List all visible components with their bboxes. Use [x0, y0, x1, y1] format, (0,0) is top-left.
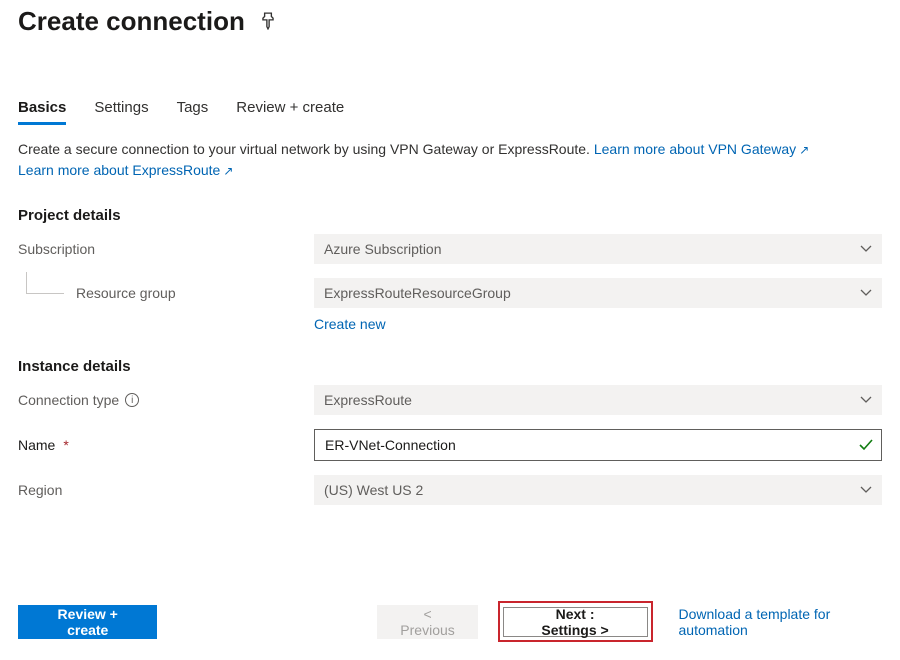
chevron-down-icon: [860, 484, 872, 496]
connection-type-value: ExpressRoute: [324, 392, 412, 408]
field-region: Region (US) West US 2: [18, 475, 882, 505]
tab-bar: Basics Settings Tags Review + create: [18, 99, 882, 125]
resource-group-label: Resource group: [18, 285, 314, 301]
section-heading-instance: Instance details: [18, 358, 882, 375]
link-vpn-gateway[interactable]: Learn more about VPN Gateway↗: [594, 141, 809, 157]
intro-body: Create a secure connection to your virtu…: [18, 141, 590, 157]
section-heading-project: Project details: [18, 207, 882, 224]
checkmark-icon: [858, 437, 874, 456]
tab-tags[interactable]: Tags: [177, 99, 209, 125]
subscription-value: Azure Subscription: [324, 241, 442, 257]
next-button[interactable]: Next : Settings >: [503, 607, 648, 637]
external-link-icon: ↗: [799, 143, 809, 157]
review-create-button[interactable]: Review + create: [18, 605, 157, 639]
connection-type-label: Connection type i: [18, 392, 314, 408]
field-connection-type: Connection type i ExpressRoute: [18, 385, 882, 415]
name-input[interactable]: [314, 429, 882, 461]
page-title: Create connection: [18, 6, 245, 37]
region-label: Region: [18, 482, 314, 498]
intro-text: Create a secure connection to your virtu…: [18, 139, 882, 181]
tab-basics[interactable]: Basics: [18, 99, 66, 125]
pin-icon[interactable]: [259, 12, 279, 32]
highlight-box: Next : Settings >: [498, 601, 653, 642]
tab-settings[interactable]: Settings: [94, 99, 148, 125]
resource-group-value: ExpressRouteResourceGroup: [324, 285, 511, 301]
tab-review[interactable]: Review + create: [236, 99, 344, 125]
chevron-down-icon: [860, 243, 872, 255]
wizard-footer: Review + create < Previous Next : Settin…: [18, 601, 882, 642]
region-select[interactable]: (US) West US 2: [314, 475, 882, 505]
subscription-label: Subscription: [18, 241, 314, 257]
connection-type-select[interactable]: ExpressRoute: [314, 385, 882, 415]
field-subscription: Subscription Azure Subscription: [18, 234, 882, 264]
field-name: Name*: [18, 429, 882, 461]
field-resource-group: Resource group ExpressRouteResourceGroup: [18, 278, 882, 308]
resource-group-select[interactable]: ExpressRouteResourceGroup: [314, 278, 882, 308]
link-create-new-rg[interactable]: Create new: [314, 316, 386, 332]
subscription-select[interactable]: Azure Subscription: [314, 234, 882, 264]
page-header: Create connection: [18, 6, 882, 37]
info-icon[interactable]: i: [125, 393, 139, 407]
link-expressroute[interactable]: Learn more about ExpressRoute↗: [18, 162, 233, 178]
download-template-link[interactable]: Download a template for automation: [679, 606, 883, 638]
chevron-down-icon: [860, 394, 872, 406]
name-label: Name*: [18, 437, 314, 453]
external-link-icon: ↗: [223, 164, 233, 178]
region-value: (US) West US 2: [324, 482, 423, 498]
previous-button[interactable]: < Previous: [377, 605, 477, 639]
tree-connector-icon: [26, 272, 64, 294]
chevron-down-icon: [860, 287, 872, 299]
